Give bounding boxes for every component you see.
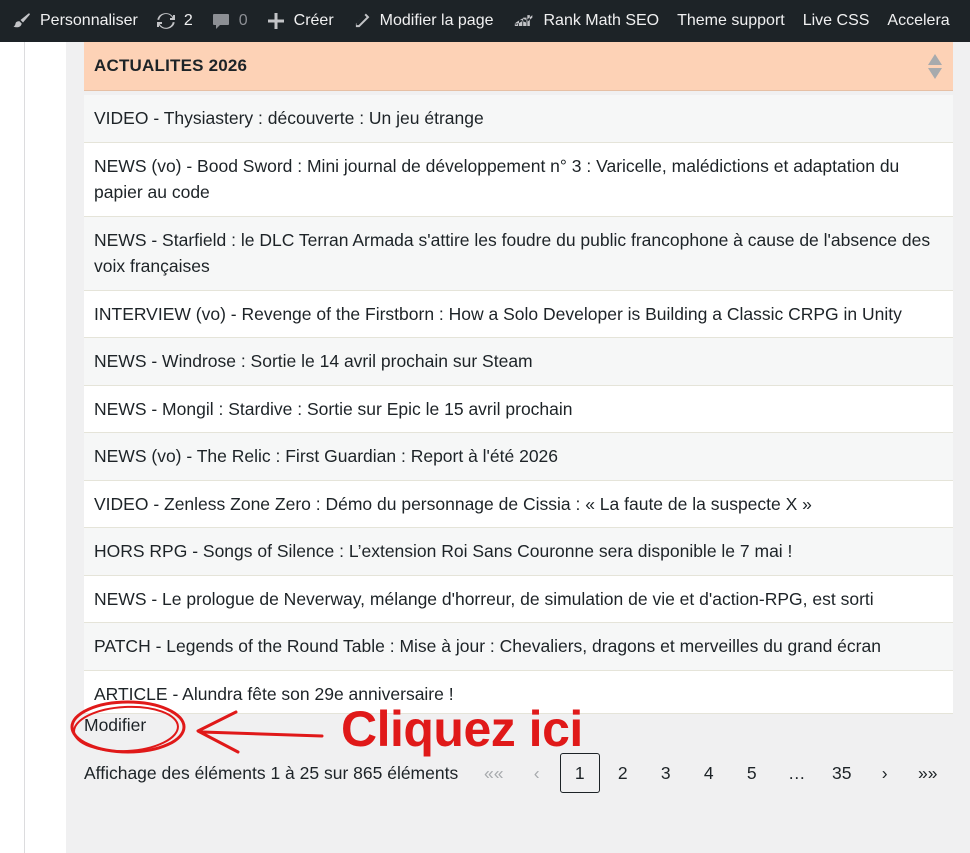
- news-widget: ACTUALITES 2026 VIDEO - Thysiastery : dé…: [84, 42, 953, 714]
- admin-bar-comments[interactable]: 0: [202, 0, 257, 42]
- admin-bar-rank-math-label: Rank Math SEO: [543, 12, 660, 29]
- page-button[interactable]: 4: [689, 753, 729, 793]
- admin-bar-updates[interactable]: 2: [147, 0, 202, 42]
- news-item[interactable]: ARTICLE - Alundra fête son 29e anniversa…: [84, 670, 953, 714]
- news-item[interactable]: NEWS - Starfield : le DLC Terran Armada …: [84, 216, 953, 291]
- comments-count: 0: [238, 12, 248, 29]
- brush-icon: [12, 11, 32, 31]
- last-page-button[interactable]: »»: [908, 753, 948, 793]
- prev-page-button[interactable]: ‹: [517, 753, 557, 793]
- admin-bar-theme-support-label: Theme support: [677, 12, 785, 29]
- admin-bar-edit-page[interactable]: Modifier la page: [343, 0, 503, 42]
- news-item[interactable]: HORS RPG - Songs of Silence : L’extensio…: [84, 528, 953, 576]
- admin-bar-live-css-label: Live CSS: [802, 12, 870, 29]
- news-item[interactable]: NEWS (vo) - The Relic : First Guardian :…: [84, 433, 953, 481]
- admin-bar-new-label: Créer: [293, 12, 334, 29]
- news-item[interactable]: VIDEO - Zenless Zone Zero : Démo du pers…: [84, 480, 953, 528]
- news-item[interactable]: VIDEO - Thysiastery : découverte : Un je…: [84, 95, 953, 143]
- left-margin: [0, 42, 25, 853]
- admin-bar-rank-math[interactable]: Rank Math SEO: [503, 0, 669, 42]
- pagination-ellipsis: …: [787, 762, 806, 783]
- news-item[interactable]: PATCH - Legends of the Round Table : Mis…: [84, 623, 953, 671]
- pagination-info: Affichage des éléments 1 à 25 sur 865 él…: [84, 762, 459, 783]
- widget-header[interactable]: ACTUALITES 2026: [84, 42, 953, 91]
- updates-count: 2: [183, 12, 193, 29]
- pencil-icon: [352, 11, 372, 31]
- admin-bar-accelerate-label: Accelera: [887, 12, 950, 29]
- news-list: VIDEO - Thysiastery : découverte : Un je…: [84, 95, 953, 714]
- rank-math-icon: [512, 11, 536, 31]
- plus-icon: [266, 11, 286, 31]
- news-item[interactable]: NEWS - Mongil : Stardive : Sortie sur Ep…: [84, 385, 953, 433]
- news-item[interactable]: NEWS - Windrose : Sortie le 14 avril pro…: [84, 338, 953, 386]
- refresh-icon: [156, 11, 176, 31]
- news-item[interactable]: INTERVIEW (vo) - Revenge of the Firstbor…: [84, 290, 953, 338]
- last-page-number-button[interactable]: 35: [822, 753, 862, 793]
- admin-bar-accelerate[interactable]: Accelera: [878, 0, 958, 42]
- widget-title: ACTUALITES 2026: [94, 56, 248, 75]
- page-button[interactable]: 2: [603, 753, 643, 793]
- news-item[interactable]: NEWS - Le prologue de Neverway, mélange …: [84, 575, 953, 623]
- admin-bar-customize[interactable]: Personnaliser: [0, 0, 147, 42]
- page-button[interactable]: 3: [646, 753, 686, 793]
- comment-icon: [211, 11, 231, 31]
- admin-bar-customize-label: Personnaliser: [40, 12, 138, 29]
- page-button[interactable]: 5: [732, 753, 772, 793]
- pagination: Affichage des éléments 1 à 25 sur 865 él…: [84, 753, 953, 793]
- sort-arrows-icon[interactable]: [927, 52, 943, 80]
- next-page-button[interactable]: ›: [865, 753, 905, 793]
- news-item[interactable]: NEWS (vo) - Bood Sword : Mini journal de…: [84, 142, 953, 217]
- edit-link[interactable]: Modifier: [84, 715, 146, 736]
- admin-bar-live-css[interactable]: Live CSS: [794, 0, 879, 42]
- first-page-button[interactable]: ««: [474, 753, 514, 793]
- admin-bar-theme-support[interactable]: Theme support: [668, 0, 794, 42]
- admin-bar-edit-label: Modifier la page: [379, 12, 494, 29]
- admin-bar-new-content[interactable]: Créer: [257, 0, 343, 42]
- page-button-current[interactable]: 1: [559, 753, 600, 793]
- admin-bar: Personnaliser 2 0 Créer Modifier la page…: [0, 0, 970, 42]
